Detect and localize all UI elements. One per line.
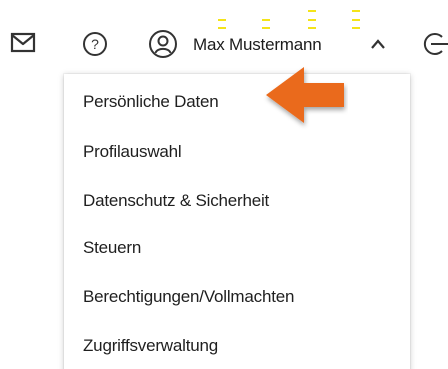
user-dropdown-menu: Persönliche Daten Profilauswahl Datensch…: [64, 74, 410, 369]
highlight-mark: [352, 27, 360, 29]
menu-item-steuern[interactable]: Steuern: [64, 224, 410, 272]
highlight-mark: [352, 19, 360, 21]
logout-icon[interactable]: [422, 31, 448, 57]
menu-item-label: Berechtigungen/Vollmachten: [83, 287, 295, 306]
mail-icon[interactable]: [10, 32, 40, 54]
menu-item-label: Zugriffsverwaltung: [83, 336, 218, 355]
highlight-mark: [352, 10, 360, 12]
menu-item-label: Steuern: [83, 238, 142, 257]
user-name: Max Mustermann: [193, 35, 322, 54]
menu-item-profilauswahl[interactable]: Profilauswahl: [64, 128, 410, 176]
user-icon: [148, 29, 178, 59]
highlight-mark: [308, 19, 316, 21]
menu-item-label: Profilauswahl: [83, 142, 182, 161]
menu-item-persoenliche-daten[interactable]: Persönliche Daten: [64, 78, 410, 126]
menu-item-datenschutz-sicherheit[interactable]: Datenschutz & Sicherheit: [64, 177, 410, 225]
svg-text:?: ?: [91, 36, 99, 52]
menu-item-berechtigungen-vollmachten[interactable]: Berechtigungen/Vollmachten: [64, 273, 410, 321]
menu-item-label: Persönliche Daten: [83, 92, 219, 111]
highlight-mark: [218, 27, 226, 29]
highlight-mark: [308, 27, 316, 29]
help-icon[interactable]: ?: [82, 31, 108, 57]
arrow-left-icon: [262, 64, 348, 132]
highlight-mark: [308, 10, 316, 12]
page: ? Max Mustermann Persönliche Daten Profi…: [0, 0, 448, 369]
highlight-mark: [262, 27, 270, 29]
user-menu-button[interactable]: Max Mustermann: [148, 28, 400, 60]
menu-item-label: Datenschutz & Sicherheit: [83, 191, 270, 210]
chevron-up-icon: [370, 37, 386, 49]
menu-item-zugriffsverwaltung[interactable]: Zugriffsverwaltung: [64, 322, 410, 369]
highlight-mark: [218, 19, 226, 21]
highlight-mark: [262, 19, 270, 21]
